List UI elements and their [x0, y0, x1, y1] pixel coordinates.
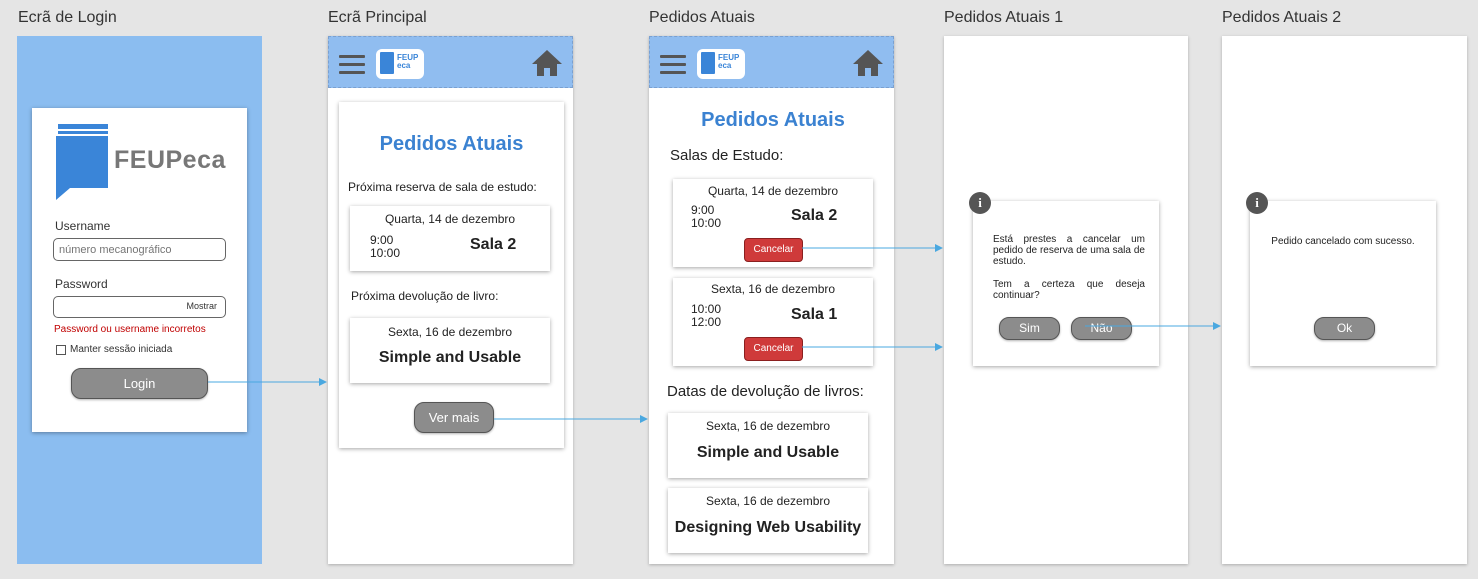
next-return-label: Próxima devolução de livro: — [351, 289, 499, 303]
room-date: Quarta, 14 de dezembro — [707, 184, 839, 198]
book-logo-icon — [56, 124, 110, 202]
room-time: 9:00 10:00 — [691, 204, 721, 230]
info-icon: i — [969, 192, 991, 214]
book-returns-label: Datas de devolução de livros: — [667, 383, 864, 400]
room-start: 10:00 — [691, 302, 722, 316]
checkbox-icon[interactable] — [56, 345, 66, 355]
see-more-button[interactable]: Ver mais — [414, 402, 494, 433]
show-password-toggle[interactable]: Mostrar — [186, 301, 217, 311]
screen-title-login: Ecrã de Login — [18, 9, 117, 26]
room-name: Sala 1 — [791, 306, 838, 323]
app-bar: FEUP eca — [328, 36, 573, 88]
confirm-message: Está prestes a cancelar um pedido de res… — [993, 234, 1145, 267]
page-title: Pedidos Atuais — [379, 133, 524, 155]
screen-title-current: Pedidos Atuais — [649, 9, 755, 26]
room-date: Sexta, 16 de dezembro — [710, 282, 836, 296]
app-bar: FEUP eca — [649, 36, 894, 88]
success-message: Pedido cancelado com sucesso. — [1271, 236, 1415, 247]
screen-title-current-1: Pedidos Atuais 1 — [944, 9, 1064, 26]
room-time: 10:00 12:00 — [691, 303, 721, 329]
home-icon[interactable] — [531, 49, 563, 82]
login-screen: FEUPeca Username Password Mostrar Passwo… — [17, 36, 262, 564]
room-end: 10:00 — [691, 216, 722, 230]
confirm-question: Tem a certeza que deseja continuar? — [993, 279, 1145, 301]
book-card-2[interactable]: Sexta, 16 de dezembro Designing Web Usab… — [668, 488, 868, 553]
book-title: Simple and Usable — [378, 349, 522, 366]
ok-button[interactable]: Ok — [1314, 317, 1375, 340]
book-card-1[interactable]: Sexta, 16 de dezembro Simple and Usable — [668, 413, 868, 478]
room-end: 12:00 — [691, 315, 722, 329]
current-requests-screen: FEUP eca Pedidos Atuais Salas de Estudo: … — [649, 36, 894, 564]
login-card: FEUPeca Username Password Mostrar Passwo… — [32, 108, 247, 432]
main-screen: FEUP eca Pedidos Atuais Próxima reserva d… — [328, 36, 573, 564]
book-logo-icon: FEUP eca — [376, 49, 424, 79]
study-rooms-label: Salas de Estudo: — [670, 147, 784, 164]
logo-line-2: eca — [397, 61, 411, 70]
keep-session-label: Manter sessão iniciada — [70, 344, 173, 355]
room-name: Sala 2 — [791, 207, 838, 224]
login-button[interactable]: Login — [71, 368, 208, 399]
room-start: 9:00 — [370, 233, 394, 247]
book-title: Designing Web Usability — [674, 519, 862, 536]
page-title: Pedidos Atuais — [701, 109, 845, 131]
book-date: Sexta, 16 de dezembro — [387, 325, 513, 339]
confirm-cancel-screen: Está prestes a cancelar um pedido de res… — [944, 36, 1188, 564]
book-title: Simple and Usable — [696, 444, 840, 461]
yes-button[interactable]: Sim — [999, 317, 1060, 340]
logo-line-2: eca — [718, 61, 732, 70]
username-label: Username — [55, 219, 111, 233]
room-name: Sala 2 — [470, 236, 517, 253]
room-date: Quarta, 14 de dezembro — [384, 212, 516, 226]
next-room-label: Próxima reserva de sala de estudo: — [348, 180, 537, 194]
username-input[interactable] — [53, 238, 226, 261]
info-icon: i — [1246, 192, 1268, 214]
cancel-success-screen: Pedido cancelado com sucesso. Ok i — [1222, 36, 1467, 564]
book-card[interactable]: Sexta, 16 de dezembro Simple and Usable — [350, 318, 550, 383]
book-date: Sexta, 16 de dezembro — [705, 419, 831, 433]
login-error-text: Password ou username incorretos — [54, 324, 206, 335]
room-card-1[interactable]: Quarta, 14 de dezembro 9:00 10:00 Sala 2 … — [673, 179, 873, 267]
screen-title-main: Ecrã Principal — [328, 9, 427, 26]
menu-icon[interactable] — [339, 55, 365, 79]
cancel-button[interactable]: Cancelar — [744, 238, 803, 262]
password-label: Password — [55, 277, 108, 291]
book-logo-icon: FEUP eca — [697, 49, 745, 79]
room-time: 9:00 10:00 — [370, 234, 400, 260]
password-input[interactable]: Mostrar — [53, 296, 226, 318]
logo-text: FEUPeca — [114, 146, 226, 174]
success-dialog: Pedido cancelado com sucesso. Ok — [1250, 201, 1436, 366]
screen-title-current-2: Pedidos Atuais 2 — [1222, 9, 1342, 26]
cancel-button[interactable]: Cancelar — [744, 337, 803, 361]
room-end: 10:00 — [370, 246, 401, 260]
room-start: 9:00 — [691, 203, 715, 217]
confirm-dialog: Está prestes a cancelar um pedido de res… — [973, 201, 1159, 366]
home-icon[interactable] — [852, 49, 884, 82]
room-card-2[interactable]: Sexta, 16 de dezembro 10:00 12:00 Sala 1 … — [673, 278, 873, 366]
room-card[interactable]: Quarta, 14 de dezembro 9:00 10:00 Sala 2 — [350, 206, 550, 271]
main-card: Pedidos Atuais Próxima reserva de sala d… — [339, 102, 564, 448]
menu-icon[interactable] — [660, 55, 686, 79]
no-button[interactable]: Não — [1071, 317, 1132, 340]
book-date: Sexta, 16 de dezembro — [705, 494, 831, 508]
